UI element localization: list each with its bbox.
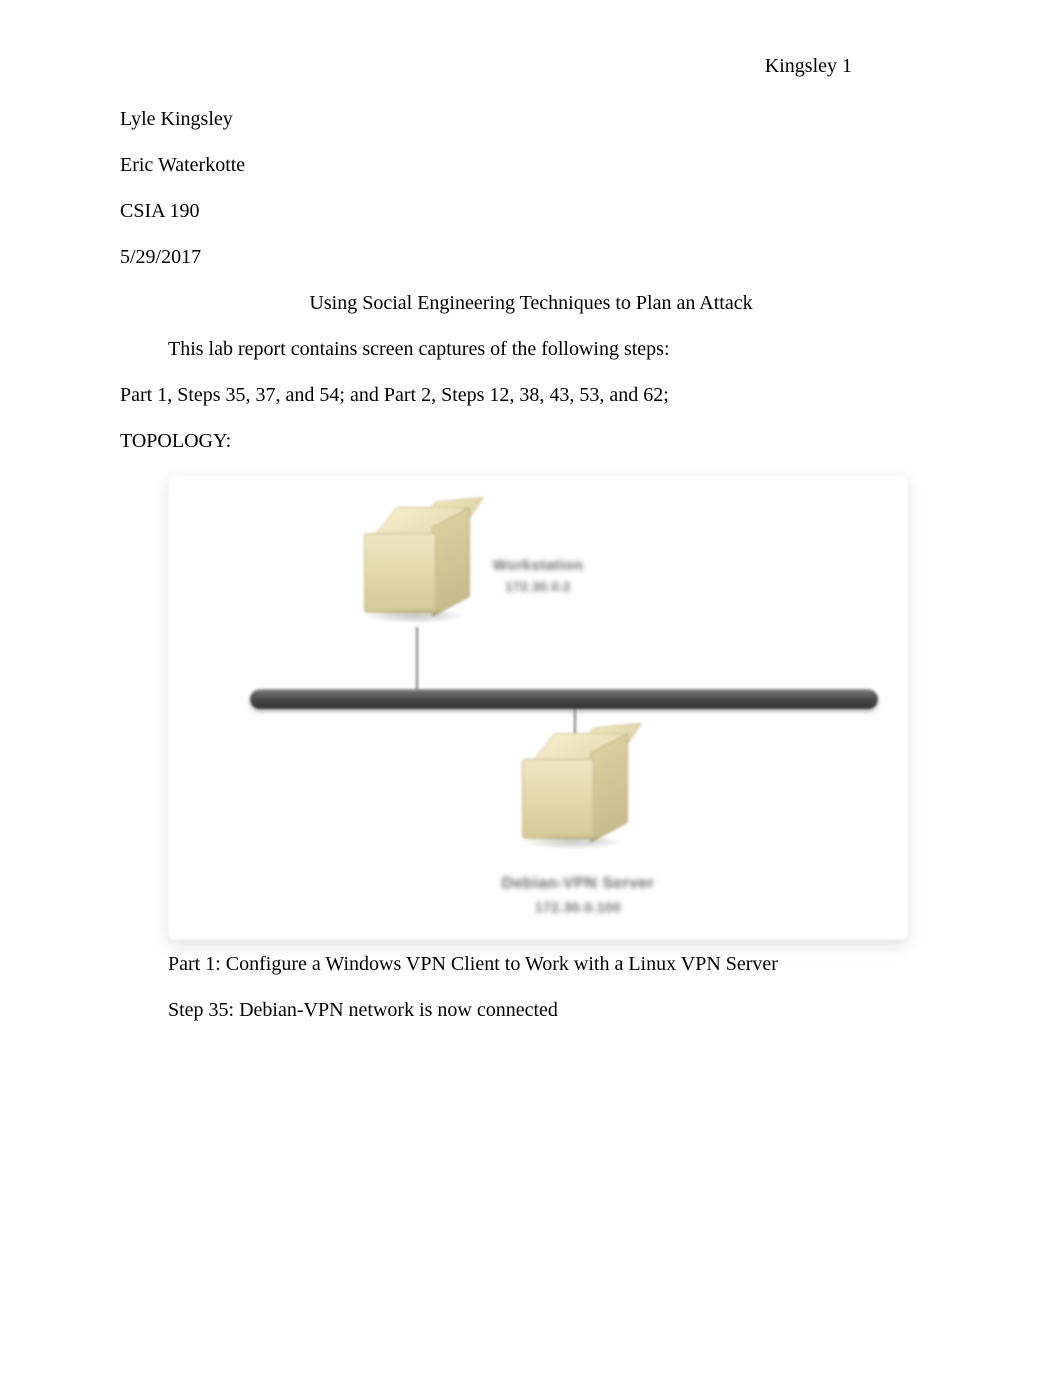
course-code: CSIA 190 (120, 199, 942, 223)
topology-heading: TOPOLOGY: (120, 429, 942, 453)
workstation-label: Workstation (478, 557, 598, 574)
topology-figure: Workstation 172.30.0.2 Debian-VPN Server… (168, 475, 908, 940)
author-name: Lyle Kingsley (120, 107, 942, 131)
topology-figure-container: Workstation 172.30.0.2 Debian-VPN Server… (168, 475, 942, 940)
workstation-icon (358, 505, 478, 625)
network-bar-icon (250, 689, 878, 709)
server-label: Debian-VPN Server (438, 875, 718, 893)
after-figure-section: Part 1: Configure a Windows VPN Client t… (120, 952, 942, 1022)
workstation-ip-label: 172.30.0.2 (478, 579, 598, 594)
intro-paragraph: This lab report contains screen captures… (120, 337, 942, 361)
server-icon (516, 731, 636, 851)
date: 5/29/2017 (120, 245, 942, 269)
running-head: Kingsley 1 (765, 55, 852, 78)
front-matter: Lyle Kingsley Eric Waterkotte CSIA 190 5… (120, 107, 942, 269)
document-page: Kingsley 1 Lyle Kingsley Eric Waterkotte… (0, 0, 1062, 1377)
part1-heading: Part 1: Configure a Windows VPN Client t… (168, 952, 942, 976)
connector-line (416, 627, 418, 689)
server-ip-label: 172.30.0.100 (468, 899, 688, 915)
step-35-text: Step 35: Debian-VPN network is now conne… (168, 998, 942, 1022)
document-title: Using Social Engineering Techniques to P… (120, 291, 942, 315)
steps-summary: Part 1, Steps 35, 37, and 54; and Part 2… (120, 383, 942, 407)
instructor-name: Eric Waterkotte (120, 153, 942, 177)
